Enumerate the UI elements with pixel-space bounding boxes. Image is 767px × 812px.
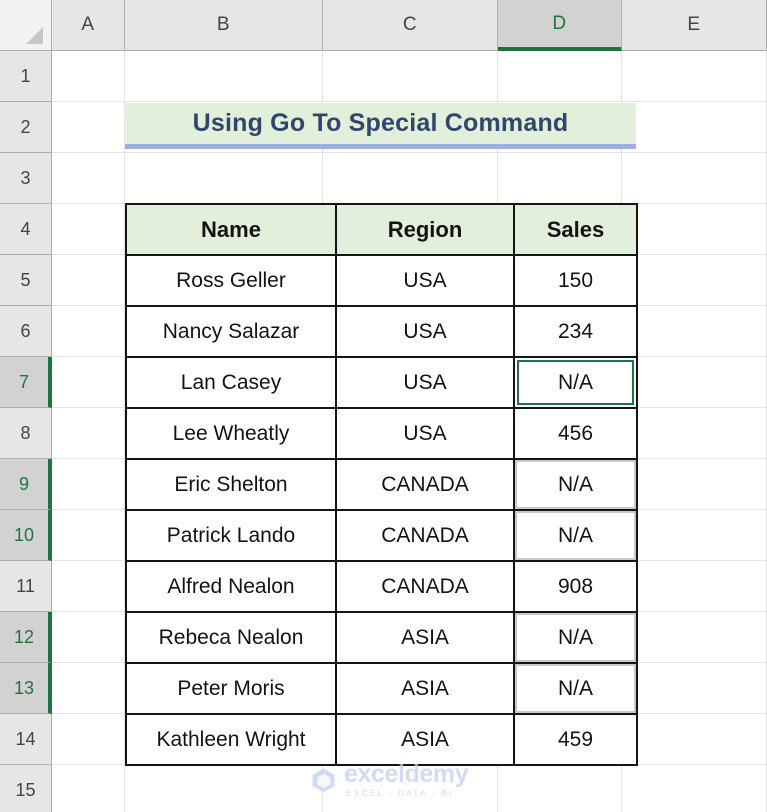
column-header-c[interactable]: C <box>323 0 498 51</box>
cell-region[interactable]: USA <box>335 356 515 409</box>
table-row: Patrick Lando CANADA N/A <box>125 509 638 562</box>
column-header-a[interactable]: A <box>52 0 125 51</box>
cell-name[interactable]: Alfred Nealon <box>125 560 337 613</box>
cell-name[interactable]: Peter Moris <box>125 662 337 715</box>
sales-data-table: Name Region Sales Ross Geller USA 150 Nancy… <box>125 203 638 766</box>
table-header-row: Name Region Sales <box>125 203 638 256</box>
row-header-5[interactable]: 5 <box>0 255 52 306</box>
cell-name[interactable]: Eric Shelton <box>125 458 337 511</box>
column-header-region[interactable]: Region <box>335 203 515 256</box>
cell-name[interactable]: Lan Casey <box>125 356 337 409</box>
row-header-1[interactable]: 1 <box>0 51 52 102</box>
cell-name[interactable]: Kathleen Wright <box>125 713 337 766</box>
table-row: Nancy Salazar USA 234 <box>125 305 638 358</box>
cell-sales[interactable]: 234 <box>513 305 638 358</box>
cell-region[interactable]: USA <box>335 254 515 307</box>
cell-region[interactable]: ASIA <box>335 662 515 715</box>
page-title: Using Go To Special Command <box>192 109 569 137</box>
column-header-name[interactable]: Name <box>125 203 337 256</box>
cell-name[interactable]: Nancy Salazar <box>125 305 337 358</box>
select-all-corner[interactable] <box>0 0 52 51</box>
grid-line-horizontal <box>52 152 767 153</box>
row-header-9[interactable]: 9 <box>0 459 52 510</box>
table-row: Lan Casey USA N/A <box>125 356 638 409</box>
row-header-2[interactable]: 2 <box>0 102 52 153</box>
row-header-13[interactable]: 13 <box>0 663 52 714</box>
column-header-d[interactable]: D <box>498 0 622 51</box>
table-head: Name Region Sales <box>125 203 638 256</box>
row-header-6[interactable]: 6 <box>0 306 52 357</box>
cell-region[interactable]: USA <box>335 305 515 358</box>
cell-sales-selected[interactable]: N/A <box>513 458 638 511</box>
row-header-8[interactable]: 8 <box>0 408 52 459</box>
column-header-sales[interactable]: Sales <box>513 203 638 256</box>
cell-sales[interactable]: 456 <box>513 407 638 460</box>
table-row: Alfred Nealon CANADA 908 <box>125 560 638 613</box>
cell-region[interactable]: ASIA <box>335 611 515 664</box>
table-row: Eric Shelton CANADA N/A <box>125 458 638 511</box>
cell-region[interactable]: CANADA <box>335 560 515 613</box>
table-row: Rebeca Nealon ASIA N/A <box>125 611 638 664</box>
column-header-b[interactable]: B <box>125 0 323 51</box>
cell-region[interactable]: CANADA <box>335 458 515 511</box>
cell-region[interactable]: CANADA <box>335 509 515 562</box>
cell-name[interactable]: Ross Geller <box>125 254 337 307</box>
row-header-11[interactable]: 11 <box>0 561 52 612</box>
cell-sales-active[interactable]: N/A <box>513 356 638 409</box>
cell-sales-selected[interactable]: N/A <box>513 662 638 715</box>
row-header-column: 1 2 3 4 5 6 7 8 9 10 11 12 13 14 15 <box>0 51 52 812</box>
table-row: Kathleen Wright ASIA 459 <box>125 713 638 766</box>
cell-name[interactable]: Lee Wheatly <box>125 407 337 460</box>
table-row: Peter Moris ASIA N/A <box>125 662 638 715</box>
cell-name[interactable]: Rebeca Nealon <box>125 611 337 664</box>
row-header-3[interactable]: 3 <box>0 153 52 204</box>
table-row: Ross Geller USA 150 <box>125 254 638 307</box>
table-body: Ross Geller USA 150 Nancy Salazar USA 234 Lan … <box>125 254 638 766</box>
cell-sales-selected[interactable]: N/A <box>513 509 638 562</box>
cell-sales-selected[interactable]: N/A <box>513 611 638 664</box>
cell-sales[interactable]: 459 <box>513 713 638 766</box>
table-row: Lee Wheatly USA 456 <box>125 407 638 460</box>
cell-name[interactable]: Patrick Lando <box>125 509 337 562</box>
spreadsheet-canvas: ABCDE 1 2 3 4 5 6 7 8 9 10 11 12 13 14 15 Using Go To … <box>0 0 767 812</box>
row-header-14[interactable]: 14 <box>0 714 52 765</box>
cell-sales[interactable]: 150 <box>513 254 638 307</box>
row-header-4[interactable]: 4 <box>0 204 52 255</box>
select-all-triangle-icon <box>26 27 43 44</box>
cell-region[interactable]: USA <box>335 407 515 460</box>
row-header-15[interactable]: 15 <box>0 765 52 812</box>
cell-region[interactable]: ASIA <box>335 713 515 766</box>
row-header-12[interactable]: 12 <box>0 612 52 663</box>
row-header-10[interactable]: 10 <box>0 510 52 561</box>
grid-line-horizontal <box>52 101 767 102</box>
column-header-row: ABCDE <box>0 0 767 51</box>
column-header-e[interactable]: E <box>622 0 767 51</box>
cell-sales[interactable]: 908 <box>513 560 638 613</box>
title-banner[interactable]: Using Go To Special Command <box>125 103 636 149</box>
row-header-7[interactable]: 7 <box>0 357 52 408</box>
